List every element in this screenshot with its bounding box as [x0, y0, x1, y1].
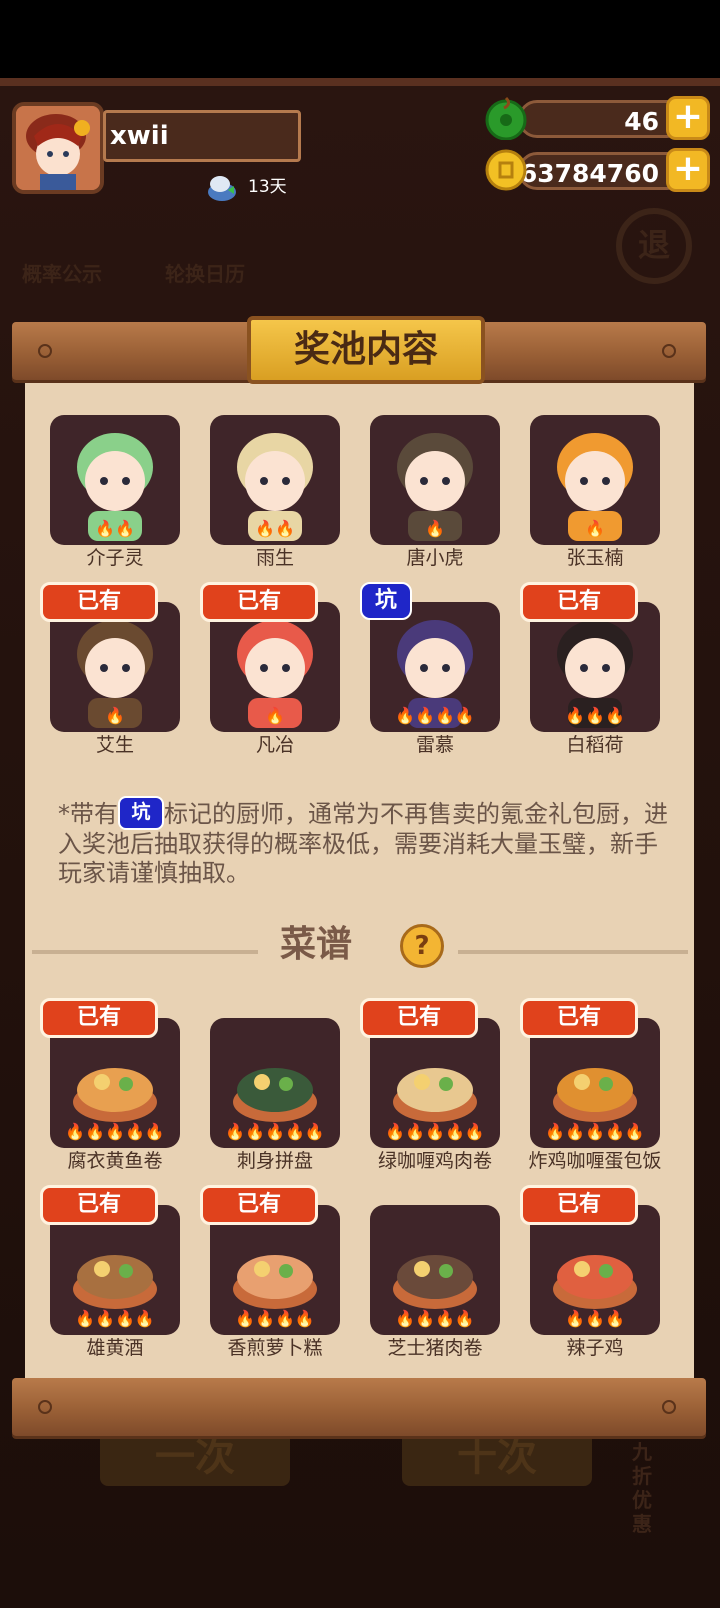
chef-name: 唐小虎 [406, 547, 464, 569]
recipe-card[interactable]: 🔥🔥🔥🔥 [370, 1205, 500, 1335]
chef-name: 白稻荷 [566, 734, 624, 756]
rarity-flames: 🔥 [105, 706, 125, 725]
owned-badge: 已有 [40, 582, 158, 622]
panel-title: 奖池内容 [247, 316, 485, 384]
coin-icon [484, 148, 528, 192]
owned-badge: 已有 [520, 582, 638, 622]
owned-badge: 已有 [200, 582, 318, 622]
chef-name: 凡冶 [255, 734, 294, 756]
recipe-name: 芝士猪肉卷 [387, 1337, 483, 1359]
probability-button: 概率公示 [22, 262, 102, 286]
help-icon[interactable]: ? [400, 924, 444, 968]
inline-pit-badge: 坑 [118, 796, 164, 830]
top-rail [0, 78, 720, 86]
chef-name: 艾生 [95, 734, 134, 756]
owned-badge: 已有 [360, 998, 478, 1038]
chef-name: 雨生 [255, 547, 294, 569]
rarity-flames: 🔥🔥🔥🔥🔥 [385, 1122, 485, 1141]
add-jade-button[interactable]: + [666, 96, 710, 140]
avatar[interactable] [12, 102, 104, 194]
owned-badge: 已有 [40, 998, 158, 1038]
jade-amount: 46 [624, 107, 659, 136]
discount-label: 九折优惠 [632, 1440, 652, 1536]
recipe-name: 雄黄酒 [86, 1337, 144, 1359]
draw-ten-button: 十次 [402, 1428, 592, 1486]
owned-badge: 已有 [520, 998, 638, 1038]
owned-badge: 已有 [200, 1185, 318, 1225]
recipes-title: 菜谱 [280, 924, 353, 965]
owned-badge: 已有 [520, 1185, 638, 1225]
player-name: xwii [110, 121, 169, 151]
divider-left [32, 950, 258, 954]
rarity-flames: 🔥🔥🔥🔥 [395, 706, 475, 725]
rarity-flames: 🔥 [265, 706, 285, 725]
recipe-name: 绿咖喱鸡肉卷 [377, 1150, 492, 1172]
rarity-flames: 🔥🔥🔥🔥🔥 [545, 1122, 645, 1141]
add-coin-button[interactable]: + [666, 148, 710, 192]
rarity-flames: 🔥🔥🔥🔥 [75, 1309, 155, 1328]
chef-card[interactable]: 🔥 [370, 415, 500, 545]
recipe-card[interactable]: 🔥🔥🔥🔥🔥 [210, 1018, 340, 1148]
rarity-flames: 🔥🔥 [255, 519, 295, 538]
jade-icon [484, 96, 528, 141]
rarity-flames: 🔥🔥🔥🔥🔥 [65, 1122, 165, 1141]
recipe-name: 辣子鸡 [566, 1337, 624, 1359]
rarity-flames: 🔥🔥 [95, 519, 135, 538]
exit-button: 退 [616, 208, 692, 284]
draw-once-button: 一次 [100, 1428, 290, 1486]
recipe-name: 炸鸡咖喱蛋包饭 [528, 1150, 662, 1172]
chef-card[interactable]: 🔥🔥 [50, 415, 180, 545]
rarity-flames: 🔥 [585, 519, 605, 538]
owned-badge: 已有 [40, 1185, 158, 1225]
pit-note: *带有坑标记的厨师，通常为不再售卖的氪金礼包厨，进入奖池后抽取获得的概率极低，需… [58, 796, 668, 888]
chef-name: 雷慕 [415, 734, 454, 756]
panel-bottom-plank [12, 1378, 706, 1436]
chef-card[interactable]: 🔥 [530, 415, 660, 545]
chef-card[interactable]: 🔥🔥🔥🔥 [370, 602, 500, 732]
recipe-name: 腐衣黄鱼卷 [67, 1150, 163, 1172]
days-counter: 13天 [248, 177, 287, 197]
chef-name: 介子灵 [86, 547, 144, 569]
rarity-flames: 🔥🔥🔥🔥 [235, 1309, 315, 1328]
coin-amount: 63784760 [519, 159, 659, 188]
rarity-flames: 🔥 [425, 519, 445, 538]
chef-card[interactable]: 🔥🔥 [210, 415, 340, 545]
rarity-flames: 🔥🔥🔥 [565, 706, 625, 725]
pit-badge: 坑 [360, 582, 412, 620]
rarity-flames: 🔥🔥🔥🔥🔥 [225, 1122, 325, 1141]
bowl-icon [206, 172, 238, 204]
rarity-flames: 🔥🔥🔥🔥 [395, 1309, 475, 1328]
rarity-flames: 🔥🔥🔥 [565, 1309, 625, 1328]
note-prefix: *带有 [58, 800, 118, 828]
recipe-name: 香煎萝卜糕 [227, 1337, 323, 1359]
calendar-button: 轮换日历 [165, 262, 245, 286]
recipe-name: 刺身拼盘 [236, 1150, 313, 1172]
avatar-portrait-icon [16, 106, 100, 190]
jade-counter: 46 [518, 100, 686, 138]
chef-name: 张玉楠 [566, 547, 624, 569]
divider-right [458, 950, 688, 954]
coin-counter: 63784760 [518, 152, 686, 190]
